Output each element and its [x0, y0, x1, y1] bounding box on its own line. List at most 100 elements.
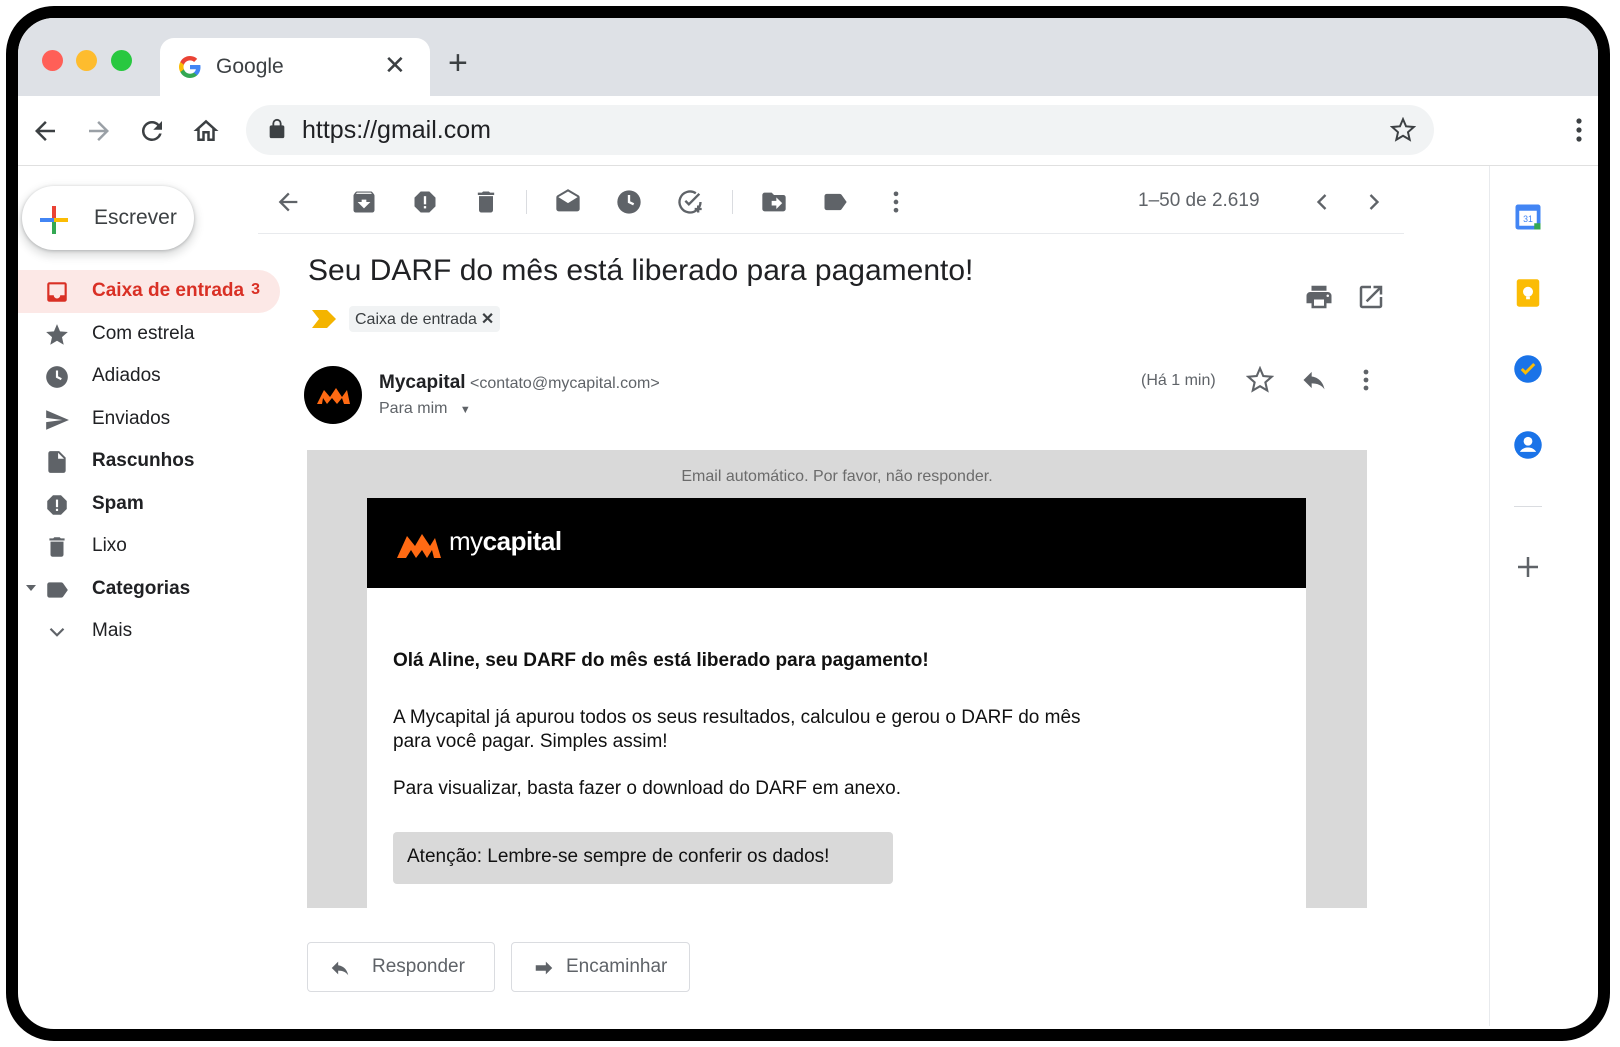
chevron-down-icon: [49, 627, 65, 637]
sidebar-item-label: Categorias: [92, 577, 191, 599]
sidebar-item-categories[interactable]: Categorias: [18, 568, 280, 611]
email-greeting: Olá Aline, seu DARF do mês está liberado…: [393, 650, 929, 671]
recipient-label: Para mim: [379, 400, 448, 417]
sidebar-item-spam[interactable]: Spam: [18, 483, 280, 526]
mark-unread-icon[interactable]: [554, 188, 582, 216]
forward-label: Encaminhar: [566, 956, 668, 977]
label-icon: [47, 581, 68, 598]
compose-button[interactable]: Escrever: [22, 186, 194, 250]
reply-button[interactable]: Responder: [307, 942, 495, 992]
sidebar-item-inbox[interactable]: Caixa de entrada 3: [18, 270, 280, 313]
email-content: Olá Aline, seu DARF do mês está liberado…: [367, 588, 1306, 908]
unread-count: 3: [251, 281, 260, 298]
toolbar-divider: [526, 190, 527, 214]
spam-icon: [47, 494, 67, 515]
mycapital-logo-icon: [317, 388, 350, 404]
sender-email: <contato@mycapital.com>: [470, 375, 660, 392]
sidebar-item-label: Mais: [92, 620, 133, 641]
sidebar-item-snoozed[interactable]: Adiados: [18, 355, 280, 398]
brand-wordmark-light: my: [449, 526, 483, 556]
delete-icon[interactable]: [472, 188, 500, 216]
report-spam-icon[interactable]: [411, 188, 439, 216]
more-options-icon[interactable]: [882, 188, 910, 216]
attention-notice: Atenção: Lembre-se sempre de conferir os…: [393, 832, 893, 884]
keep-icon[interactable]: [1513, 278, 1543, 308]
compose-plus-icon: [40, 206, 68, 234]
older-chevron-right-icon[interactable]: [1360, 188, 1388, 216]
browser-window: Google ✕ + https://gmail.com Escrever Ca…: [6, 6, 1610, 1041]
pagination-count: 1–50 de 2.619: [1138, 190, 1260, 211]
lock-icon: [269, 118, 285, 139]
calendar-icon[interactable]: 31: [1513, 202, 1543, 232]
caret-down-icon: ▼: [459, 404, 471, 416]
print-icon[interactable]: [1304, 282, 1334, 312]
minimize-window-button[interactable]: [76, 50, 97, 71]
reply-icon[interactable]: [1300, 366, 1328, 394]
add-to-tasks-icon[interactable]: [676, 188, 704, 216]
add-addon-icon[interactable]: [1513, 552, 1543, 582]
message-more-icon[interactable]: [1358, 366, 1374, 394]
sender-avatar[interactable]: [304, 366, 362, 424]
email-body: Email automático. Por favor, não respond…: [307, 450, 1367, 908]
sidebar-item-more[interactable]: Mais: [18, 610, 280, 653]
compose-label: Escrever: [94, 206, 177, 229]
email-paragraph: A Mycapital já apurou todos os seus resu…: [393, 707, 1081, 752]
message-toolbar: 1–50 de 2.619: [258, 166, 1404, 234]
forward-button[interactable]: Encaminhar: [511, 942, 690, 992]
address-bar[interactable]: https://gmail.com: [246, 105, 1434, 155]
back-icon[interactable]: [30, 116, 60, 146]
sidebar-item-trash[interactable]: Lixo: [18, 525, 280, 568]
star-message-icon[interactable]: [1246, 366, 1274, 394]
sidebar-item-label: Com estrela: [92, 322, 195, 344]
newer-chevron-left-icon[interactable]: [1308, 188, 1336, 216]
star-icon: [46, 323, 68, 345]
maximize-window-button[interactable]: [111, 50, 132, 71]
reload-icon[interactable]: [137, 116, 167, 146]
sidebar-item-sent[interactable]: Enviados: [18, 398, 280, 441]
new-tab-button[interactable]: +: [448, 46, 468, 80]
brand-wordmark-bold: capital: [482, 526, 562, 556]
close-tab-icon[interactable]: ✕: [384, 50, 406, 81]
sidebar-item-drafts[interactable]: Rascunhos: [18, 440, 280, 483]
draft-icon: [48, 451, 66, 473]
browser-toolbar: https://gmail.com: [18, 96, 1598, 166]
bookmark-star-icon[interactable]: [1390, 117, 1416, 143]
browser-tab[interactable]: Google ✕: [160, 38, 430, 96]
svg-text:31: 31: [1523, 214, 1533, 224]
home-icon[interactable]: [191, 116, 221, 146]
sidebar-item-starred[interactable]: Com estrela: [18, 313, 280, 356]
sidebar-item-label: Adiados: [92, 365, 161, 386]
importance-marker-icon[interactable]: [312, 310, 336, 328]
snooze-icon[interactable]: [615, 188, 643, 216]
message-time: (Há 1 min): [1141, 372, 1216, 389]
reply-icon: [331, 961, 349, 976]
sidebar-item-label: Enviados: [92, 407, 171, 429]
email-header-banner: mycapital: [367, 498, 1306, 588]
label-chip: Caixa de entrada ✕: [349, 306, 501, 332]
sidebar-nav: Caixa de entrada 3 Com estrela Adiados E…: [18, 270, 280, 653]
recipient-details-toggle[interactable]: Para mim ▼: [379, 400, 471, 418]
side-panel-divider: [1514, 506, 1542, 507]
remove-label-icon[interactable]: ✕: [481, 311, 494, 328]
browser-menu-icon[interactable]: [1574, 116, 1584, 144]
message-subject: Seu DARF do mês está liberado para pagam…: [308, 254, 974, 287]
gmail-app: Escrever Caixa de entrada 3 Com estrela …: [18, 166, 1598, 1026]
open-in-new-window-icon[interactable]: [1356, 282, 1386, 312]
archive-icon[interactable]: [350, 188, 378, 216]
inbox-icon: [47, 282, 67, 302]
clock-icon: [46, 366, 68, 388]
forward-icon[interactable]: [84, 116, 114, 146]
url-text[interactable]: https://gmail.com: [302, 116, 491, 145]
toolbar-divider: [732, 190, 733, 214]
close-window-button[interactable]: [42, 50, 63, 71]
labels-icon[interactable]: [821, 188, 849, 216]
forward-icon: [535, 961, 553, 975]
caret-down-icon[interactable]: [26, 584, 36, 592]
sidebar-item-label: Spam: [92, 492, 144, 514]
email-paragraph: Para visualizar, basta fazer o download …: [393, 778, 901, 799]
sidebar-item-label: Lixo: [92, 535, 127, 556]
back-to-inbox-icon[interactable]: [274, 188, 302, 216]
move-to-icon[interactable]: [760, 188, 788, 216]
contacts-icon[interactable]: [1513, 430, 1543, 460]
tasks-icon[interactable]: [1513, 354, 1543, 384]
